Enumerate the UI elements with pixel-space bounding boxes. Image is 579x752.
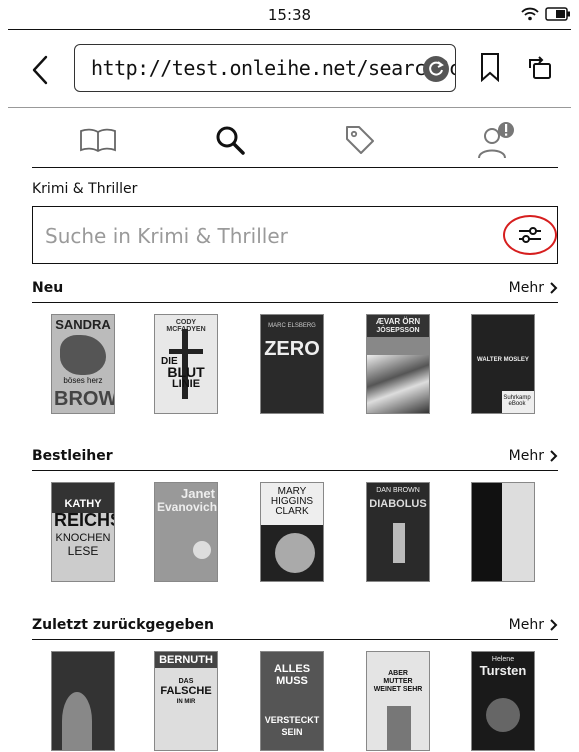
bookmark-icon xyxy=(481,53,499,83)
section-title: Neu xyxy=(32,280,64,296)
section-title: Bestleiher xyxy=(32,448,113,464)
book-cover[interactable]: DAN BROWN DIABOLUS xyxy=(367,483,429,581)
book-cover[interactable]: Janet Evanovich xyxy=(155,483,217,581)
book-cover[interactable]: MARC ELSBERG ZERO xyxy=(261,315,323,413)
chevron-right-icon xyxy=(550,619,558,631)
more-link[interactable]: Mehr xyxy=(509,280,558,296)
filter-button[interactable] xyxy=(503,215,557,255)
more-link[interactable]: Mehr xyxy=(509,617,558,633)
book-row-bestleiher: KATHY REICHS KNOCHEN LESE Janet Evanovic… xyxy=(0,483,579,593)
search-icon xyxy=(216,126,245,155)
book-cover[interactable]: BERNUTH DAS FALSCHE IN MIR xyxy=(155,652,217,750)
more-link[interactable]: Mehr xyxy=(509,448,558,464)
tab-account[interactable] xyxy=(466,118,526,162)
book-cover[interactable] xyxy=(472,483,534,581)
search-box xyxy=(32,206,558,264)
chevron-right-icon xyxy=(550,282,558,294)
user-icon xyxy=(478,122,514,159)
chevron-right-icon xyxy=(550,450,558,462)
book-cover[interactable]: CODY MCFADYEN DIE BLUT LINIE xyxy=(155,315,217,413)
tab-tags[interactable] xyxy=(330,118,390,162)
section-divider xyxy=(32,470,558,471)
breadcrumb: Krimi & Thriller xyxy=(32,181,138,197)
battery-icon xyxy=(545,6,571,25)
search-input[interactable] xyxy=(43,217,487,255)
nav-tabs xyxy=(0,110,579,168)
book-cover[interactable] xyxy=(52,652,114,750)
open-book-icon xyxy=(80,128,116,153)
section-zuletzt-header: Zuletzt zurückgegeben Mehr xyxy=(32,617,558,639)
rotate-screen-icon xyxy=(529,56,551,79)
wifi-icon xyxy=(521,6,539,25)
rotate-button[interactable] xyxy=(526,54,554,86)
toolbar-divider xyxy=(8,107,571,108)
book-cover[interactable]: ALLES MUSS VERSTECKT SEIN xyxy=(261,652,323,750)
chevron-left-icon xyxy=(32,55,48,85)
status-bar: 15:38 xyxy=(0,0,579,28)
back-button[interactable] xyxy=(28,54,54,86)
section-title: Zuletzt zurückgegeben xyxy=(32,617,214,633)
tab-library[interactable] xyxy=(68,118,128,162)
book-cover[interactable]: SANDRA böses herz BROWN xyxy=(52,315,114,413)
book-row-neu: SANDRA böses herz BROWN CODY MCFADYEN DI… xyxy=(0,315,579,425)
url-field[interactable]: http://test.onleihe.net/search?ci xyxy=(74,44,456,92)
nav-divider xyxy=(32,167,558,168)
bookmark-button[interactable] xyxy=(480,52,500,86)
book-cover[interactable]: KATHY REICHS KNOCHEN LESE xyxy=(52,483,114,581)
tag-icon xyxy=(346,126,374,154)
section-divider xyxy=(32,302,558,303)
book-cover[interactable]: ÆVAR ÖRN JÓSEPSSON xyxy=(367,315,429,413)
browser-toolbar: http://test.onleihe.net/search?ci xyxy=(0,30,579,108)
book-cover[interactable]: ABER MUTTER WEINET SEHR xyxy=(367,652,429,750)
url-text: http://test.onleihe.net/search?ci xyxy=(91,56,456,80)
section-divider xyxy=(32,639,558,640)
filter-sliders-icon xyxy=(519,227,541,243)
section-neu-header: Neu Mehr xyxy=(32,280,558,302)
clock: 15:38 xyxy=(267,6,312,24)
tab-search[interactable] xyxy=(200,118,260,162)
book-cover[interactable]: WALTER MOSLEY Suhrkamp eBook xyxy=(472,315,534,413)
book-row-zuletzt: BERNUTH DAS FALSCHE IN MIR ALLES MUSS VE… xyxy=(0,652,579,752)
book-cover[interactable]: MARY HIGGINS CLARK xyxy=(261,483,323,581)
section-bestleiher-header: Bestleiher Mehr xyxy=(32,448,558,470)
book-cover[interactable]: Helene Tursten xyxy=(472,652,534,750)
reload-icon[interactable] xyxy=(423,56,449,82)
